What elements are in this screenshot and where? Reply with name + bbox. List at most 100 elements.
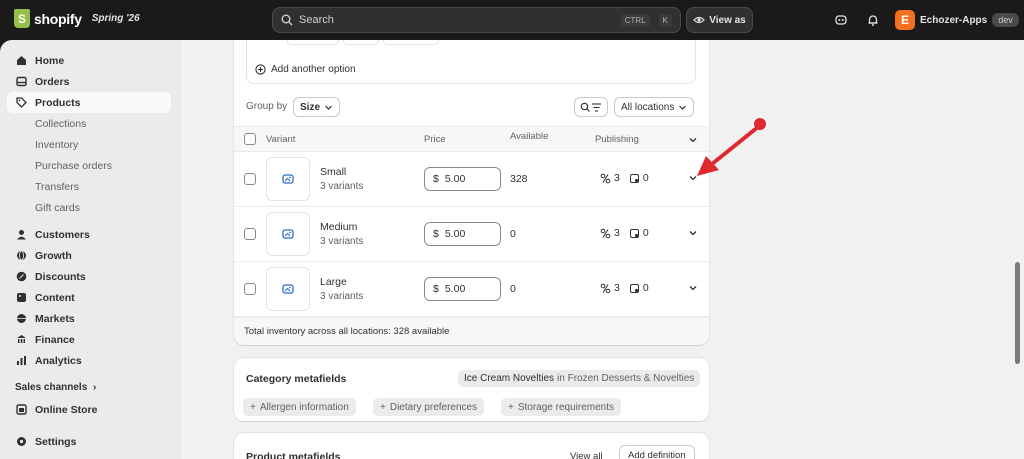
sidebar-item-markets[interactable]: Markets xyxy=(7,308,171,329)
sidebar-item-customers[interactable]: Customers xyxy=(7,224,171,245)
metafield-tag-allergen[interactable]: + Allergen information xyxy=(243,398,356,416)
chevron-down-icon[interactable] xyxy=(688,135,698,145)
table-row[interactable]: Small 3 variants $ 5.00 328 3 0 xyxy=(234,152,709,207)
group-by-select[interactable]: Size xyxy=(293,97,341,117)
scrollbar-thumb[interactable] xyxy=(1015,262,1020,364)
dev-badge: dev xyxy=(992,13,1019,27)
channels-icon xyxy=(600,228,611,238)
variant-count: 3 variants xyxy=(320,291,364,302)
sidebar-item-label: Analytics xyxy=(35,354,82,367)
channels-icon xyxy=(600,283,611,293)
sidebar-item-growth[interactable]: Growth xyxy=(7,245,171,266)
tag-label: Allergen information xyxy=(259,401,349,413)
sales-channels-heading[interactable]: Sales channels › xyxy=(15,382,96,393)
table-row[interactable]: Large 3 variants $ 5.00 0 3 0 xyxy=(234,262,709,317)
sidebar-subitem-transfers[interactable]: Transfers xyxy=(35,176,79,197)
store-name: Echozer-Apps xyxy=(920,14,988,26)
total-inventory-text: Total inventory across all locations: 32… xyxy=(244,326,450,337)
add-definition-button[interactable]: Add definition xyxy=(619,445,695,459)
sidebar-item-analytics[interactable]: Analytics xyxy=(7,350,171,371)
select-all-checkbox[interactable] xyxy=(244,133,256,145)
add-option-label: Add another option xyxy=(271,64,356,75)
sidebar-item-finance[interactable]: Finance xyxy=(7,329,171,350)
row-checkbox[interactable] xyxy=(244,173,256,185)
sidebar-item-label: Products xyxy=(35,96,81,109)
sidebar-item-products[interactable]: Products xyxy=(7,92,171,113)
table-row[interactable]: Medium 3 variants $ 5.00 0 3 0 xyxy=(234,207,709,262)
column-price: Price xyxy=(424,134,446,145)
row-checkbox[interactable] xyxy=(244,228,256,240)
add-another-option-button[interactable]: Add another option xyxy=(255,64,356,75)
search-filter-icon xyxy=(580,102,601,112)
variant-thumbnail[interactable] xyxy=(266,212,310,256)
sidebar-subitem-gift-cards[interactable]: Gift cards xyxy=(35,197,80,218)
publishing-status: 3 0 xyxy=(600,282,649,294)
product-metafields-card: Product metafields View all Add definiti… xyxy=(234,433,709,459)
sidebar-item-label: Orders xyxy=(35,75,70,88)
brand-name: shopify xyxy=(34,10,82,27)
bell-icon[interactable] xyxy=(864,11,882,29)
sidekick-icon[interactable] xyxy=(832,11,850,29)
price-input[interactable]: $ 5.00 xyxy=(424,277,501,301)
category-path: in Frozen Desserts & Novelties xyxy=(557,373,695,384)
search-filter-button[interactable] xyxy=(574,97,608,117)
chevron-down-icon[interactable] xyxy=(688,173,698,183)
shopify-bag-icon: S xyxy=(14,9,30,28)
view-as-button[interactable]: View as xyxy=(686,7,753,33)
variant-name: Small xyxy=(320,166,347,178)
price-input[interactable]: $ 5.00 xyxy=(424,222,501,246)
sidebar-item-label: Settings xyxy=(35,435,77,448)
sidebar-subitem-inventory[interactable]: Inventory xyxy=(35,134,78,155)
category-metafields-title: Category metafields xyxy=(246,373,347,385)
price-value: 5.00 xyxy=(444,228,466,240)
store-icon xyxy=(15,404,27,416)
image-placeholder-icon xyxy=(282,174,294,184)
price-input[interactable]: $ 5.00 xyxy=(424,167,501,191)
sidebar-subitem-purchase-orders[interactable]: Purchase orders xyxy=(35,155,112,176)
price-value: 5.00 xyxy=(444,283,466,295)
locations-select[interactable]: All locations xyxy=(614,97,695,117)
channels-count: 3 xyxy=(614,227,620,239)
metafield-tag-storage[interactable]: + Storage requirements xyxy=(501,398,622,416)
shopify-logo[interactable]: S shopify Spring '26 xyxy=(14,9,140,28)
metafield-tag-dietary[interactable]: + Dietary preferences xyxy=(373,398,485,416)
sidebar-item-settings[interactable]: Settings xyxy=(7,431,171,452)
row-checkbox[interactable] xyxy=(244,283,256,295)
top-bar: S shopify Spring '26 Search CTRL K View … xyxy=(0,0,1024,40)
image-icon xyxy=(15,292,27,304)
sidebar-item-home[interactable]: Home xyxy=(7,50,171,71)
sidebar-item-online-store[interactable]: Online Store xyxy=(7,399,171,420)
variants-table-header: Variant Price Available Publishing xyxy=(234,126,709,152)
sidebar-item-label: Online Store xyxy=(35,403,98,416)
season-label: Spring '26 xyxy=(91,13,140,24)
sidebar-item-label: Markets xyxy=(35,312,75,325)
option-value-chip xyxy=(383,40,439,45)
column-variant: Variant xyxy=(266,134,296,145)
sidebar-subitem-collections[interactable]: Collections xyxy=(35,113,86,134)
available-quantity: 0 xyxy=(510,228,516,240)
tag-icon xyxy=(15,97,27,109)
add-definition-label: Add definition xyxy=(628,449,686,459)
store-switcher[interactable]: E Echozer-Apps dev xyxy=(895,8,1019,32)
search-bar[interactable]: Search CTRL K xyxy=(272,7,681,33)
channels-count: 3 xyxy=(614,282,620,294)
chevron-right-icon: › xyxy=(93,382,97,393)
column-available: Available xyxy=(510,131,549,142)
sidebar-item-discounts[interactable]: Discounts xyxy=(7,266,171,287)
catalog-icon xyxy=(629,228,639,238)
catalog-icon xyxy=(629,173,639,183)
variant-count: 3 variants xyxy=(320,181,364,192)
sidebar-item-orders[interactable]: Orders xyxy=(7,71,171,92)
option-value-chip xyxy=(343,40,379,45)
available-quantity: 328 xyxy=(510,173,528,185)
view-all-button[interactable]: View all xyxy=(570,451,603,459)
chart-icon xyxy=(15,355,27,367)
currency-symbol: $ xyxy=(433,283,439,295)
variant-thumbnail[interactable] xyxy=(266,267,310,311)
variant-thumbnail[interactable] xyxy=(266,157,310,201)
sidebar-item-content[interactable]: Content xyxy=(7,287,171,308)
chevron-down-icon[interactable] xyxy=(688,283,698,293)
chevron-down-icon[interactable] xyxy=(688,228,698,238)
search-placeholder: Search xyxy=(299,14,334,26)
category-chip[interactable]: Ice Cream Novelties in Frozen Desserts &… xyxy=(458,370,701,387)
